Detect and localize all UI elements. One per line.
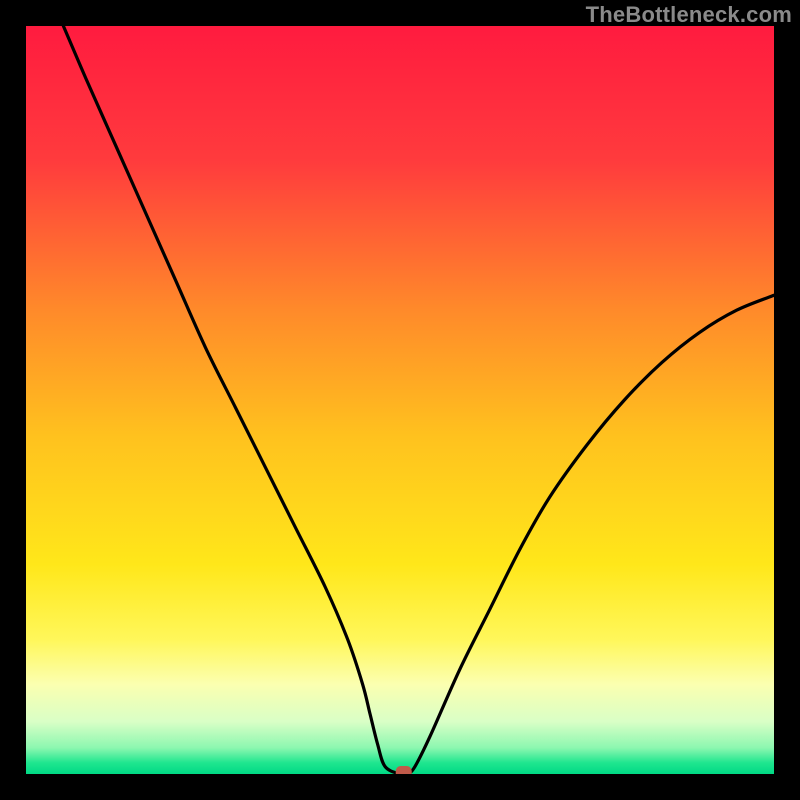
plot-area xyxy=(26,26,774,774)
chart-frame: TheBottleneck.com xyxy=(0,0,800,800)
curve-layer xyxy=(26,26,774,774)
watermark-text: TheBottleneck.com xyxy=(586,2,792,28)
bottleneck-curve xyxy=(63,26,774,774)
minimum-marker xyxy=(396,766,412,774)
